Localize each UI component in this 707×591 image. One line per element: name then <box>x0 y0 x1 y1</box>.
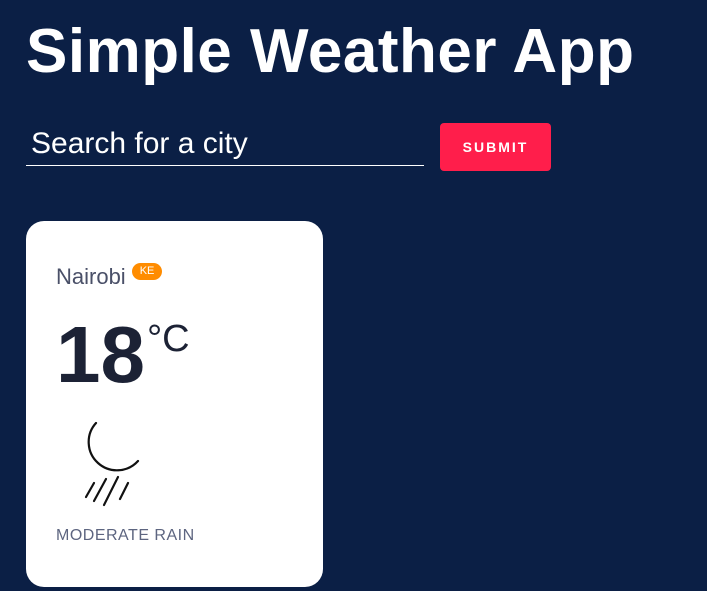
search-input[interactable] <box>26 122 424 166</box>
page-title: Simple Weather App <box>26 17 635 86</box>
submit-button[interactable]: SUBMIT <box>440 123 551 171</box>
night-moon-rain-icon <box>72 417 144 513</box>
temperature-unit: °C <box>146 318 190 360</box>
weather-description: MODERATE RAIN <box>56 527 195 544</box>
city-row: Nairobi KE <box>56 263 163 290</box>
temperature-value: 18 <box>56 310 145 399</box>
search-form: SUBMIT <box>26 122 566 172</box>
temperature-row: 18 °C <box>56 313 190 397</box>
city-name: Nairobi <box>56 264 126 289</box>
weather-card: Nairobi KE 18 °C MODERATE RAIN <box>26 221 323 587</box>
country-badge: KE <box>131 263 163 280</box>
